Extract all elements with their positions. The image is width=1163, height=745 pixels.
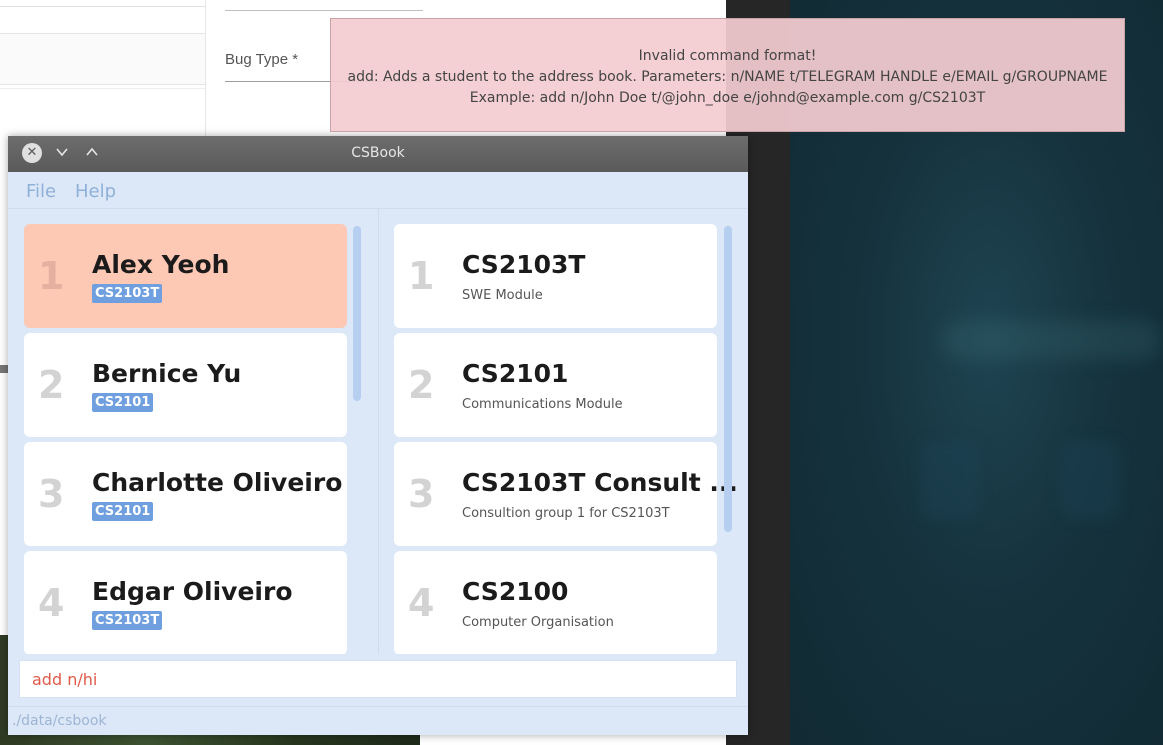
group-name: CS2103T — [462, 250, 586, 279]
background-divider — [205, 0, 206, 140]
group-card[interactable]: 2 CS2101 Communications Module — [394, 333, 717, 437]
result-line: add: Adds a student to the address book.… — [347, 69, 1108, 85]
background-field-underline — [225, 10, 423, 11]
group-name: CS2103T Consult ... — [462, 468, 738, 497]
student-index: 1 — [38, 254, 65, 298]
student-card[interactable]: 1 Alex Yeoh CS2103T — [24, 224, 347, 328]
result-line: Invalid command format! — [638, 48, 817, 64]
student-list[interactable]: 1 Alex Yeoh CS2103T 2 Bernice Yu CS2101 … — [8, 209, 379, 654]
group-tag: CS2103T — [92, 611, 163, 630]
student-index: 4 — [38, 581, 65, 625]
student-index: 3 — [38, 472, 65, 516]
csbook-window: ✕ CSBook File Help 1 Alex Yeoh CS2103T 2… — [8, 136, 748, 735]
group-name: CS2101 — [462, 359, 569, 388]
group-tag: CS2103T — [92, 284, 163, 303]
result-display: Invalid command format! add: Adds a stud… — [330, 18, 1125, 132]
background-mark — [0, 365, 8, 373]
group-index: 4 — [408, 581, 435, 625]
group-description: Computer Organisation — [462, 615, 614, 630]
menu-help[interactable]: Help — [75, 181, 116, 202]
command-input[interactable] — [20, 661, 736, 697]
background-blur — [920, 440, 980, 520]
student-card[interactable]: 2 Bernice Yu CS2101 — [24, 333, 347, 437]
result-line: Example: add n/John Doe t/@john_doe e/jo… — [469, 90, 986, 106]
background-blur — [1060, 440, 1120, 520]
student-name: Bernice Yu — [92, 359, 242, 388]
group-description: SWE Module — [462, 288, 543, 303]
group-card[interactable]: 3 CS2103T Consult ... Consultion group 1… — [394, 442, 738, 546]
title-bar[interactable]: ✕ CSBook — [8, 136, 748, 172]
group-index: 2 — [408, 363, 435, 407]
group-description: Consultion group 1 for CS2103T — [462, 506, 670, 521]
window-title: CSBook — [351, 145, 405, 161]
group-tag: CS2101 — [92, 393, 154, 412]
student-index: 2 — [38, 363, 65, 407]
student-list-scrollbar[interactable] — [353, 226, 361, 401]
group-name: CS2100 — [462, 577, 569, 606]
background-field — [0, 33, 205, 85]
status-bar: ./data/csbook — [8, 706, 748, 735]
group-description: Communications Module — [462, 397, 623, 412]
group-card[interactable]: 4 CS2100 Computer Organisation — [394, 551, 717, 654]
background-blur — [940, 320, 1160, 360]
student-name: Edgar Oliveiro — [92, 577, 293, 606]
group-index: 3 — [408, 472, 435, 516]
group-list[interactable]: 1 CS2103T SWE Module 2 CS2101 Communicat… — [379, 209, 748, 654]
student-name: Alex Yeoh — [92, 250, 230, 279]
data-file-path: ./data/csbook — [12, 713, 107, 729]
group-list-scrollbar[interactable] — [724, 226, 732, 532]
command-box[interactable] — [19, 660, 737, 698]
menu-file[interactable]: File — [26, 181, 56, 202]
bug-type-label: Bug Type * — [225, 51, 299, 68]
student-card[interactable]: 4 Edgar Oliveiro CS2103T — [24, 551, 347, 654]
menu-bar: File Help — [8, 172, 748, 209]
background-divider — [0, 88, 205, 89]
student-card[interactable]: 3 Charlotte Oliveiro CS2101 — [24, 442, 347, 546]
group-index: 1 — [408, 254, 435, 298]
background-divider — [0, 0, 205, 7]
group-tag: CS2101 — [92, 502, 154, 521]
student-name: Charlotte Oliveiro — [92, 468, 343, 497]
group-card[interactable]: 1 CS2103T SWE Module — [394, 224, 717, 328]
